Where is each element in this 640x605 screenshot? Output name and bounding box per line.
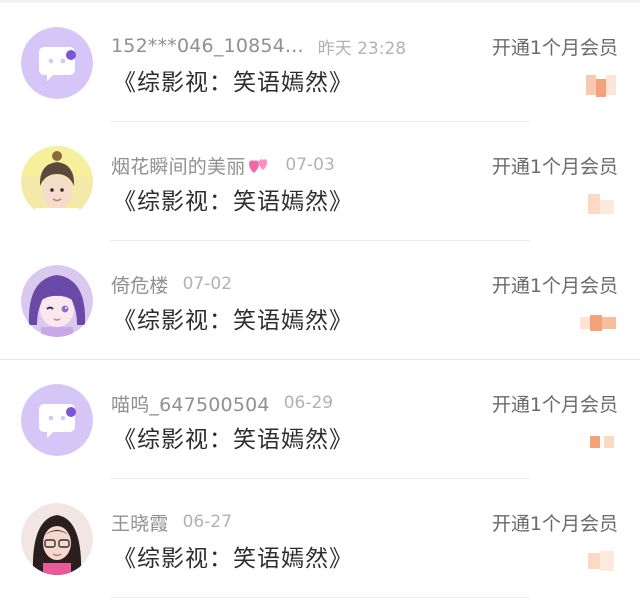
timestamp: 06-27: [182, 512, 233, 532]
avatar[interactable]: [21, 146, 93, 218]
avatar[interactable]: [21, 503, 93, 575]
membership-action: 开通1个月会员: [491, 394, 618, 416]
membership-record-list: 152***046_10854... 昨天 23:28 《综影视：笑语嫣然》 开…: [0, 3, 640, 598]
username[interactable]: 152***046_10854...: [111, 35, 304, 57]
list-item[interactable]: 喵呜_647500504 06-29 《综影视：笑语嫣然》 开通1个月会员: [0, 360, 640, 479]
chat-bubble-icon: [21, 384, 93, 456]
book-title[interactable]: 《综影视：笑语嫣然》: [113, 182, 353, 216]
record-meta: 倚危楼 07-02: [111, 269, 232, 299]
book-title[interactable]: 《综影视：笑语嫣然》: [113, 63, 353, 97]
avatar[interactable]: [21, 27, 93, 99]
gift-thumbnail: [590, 436, 614, 448]
username[interactable]: 烟花瞬间的美丽: [111, 152, 245, 179]
list-item[interactable]: 152***046_10854... 昨天 23:28 《综影视：笑语嫣然》 开…: [0, 3, 640, 122]
avatar[interactable]: [21, 384, 93, 456]
username[interactable]: 王晓霞: [111, 509, 169, 536]
gift-thumbnail: [580, 315, 616, 331]
list-item[interactable]: 烟花瞬间的美丽 07-03 《综影视：笑语嫣然》 开通1个月会员: [0, 122, 640, 241]
list-item[interactable]: 倚危楼 07-02 《综影视：笑语嫣然》 开通1个月会员: [0, 241, 640, 360]
book-title[interactable]: 《综影视：笑语嫣然》: [113, 420, 353, 454]
list-item[interactable]: 王晓霞 06-27 《综影视：笑语嫣然》 开通1个月会员: [0, 479, 640, 598]
avatar[interactable]: [21, 265, 93, 337]
timestamp: 07-03: [285, 155, 335, 175]
row-divider: [110, 597, 530, 598]
hearts-emoji-icon: [249, 159, 268, 173]
gift-thumbnail: [588, 551, 614, 571]
user-photo-icon: [21, 146, 93, 218]
membership-action: 开通1个月会员: [491, 275, 618, 297]
gift-thumbnail: [586, 75, 616, 97]
record-meta: 王晓霞 06-27: [111, 507, 232, 537]
record-meta: 152***046_10854... 昨天 23:28: [111, 31, 406, 61]
timestamp: 06-29: [283, 393, 334, 413]
timestamp: 昨天 23:28: [317, 38, 407, 59]
user-photo-icon: [21, 503, 93, 575]
record-meta: 喵呜_647500504 06-29: [111, 388, 333, 418]
gift-thumbnail: [588, 194, 614, 214]
book-title[interactable]: 《综影视：笑语嫣然》: [113, 301, 353, 335]
book-title[interactable]: 《综影视：笑语嫣然》: [113, 539, 353, 573]
anime-girl-icon: [21, 265, 93, 337]
username[interactable]: 喵呜_647500504: [111, 390, 270, 417]
chat-bubble-icon: [21, 27, 93, 99]
membership-action: 开通1个月会员: [491, 513, 618, 535]
membership-action: 开通1个月会员: [491, 156, 618, 178]
timestamp: 07-02: [182, 274, 233, 294]
record-meta: 烟花瞬间的美丽 07-03: [111, 150, 335, 180]
username[interactable]: 倚危楼: [111, 271, 169, 298]
membership-action: 开通1个月会员: [491, 37, 618, 59]
